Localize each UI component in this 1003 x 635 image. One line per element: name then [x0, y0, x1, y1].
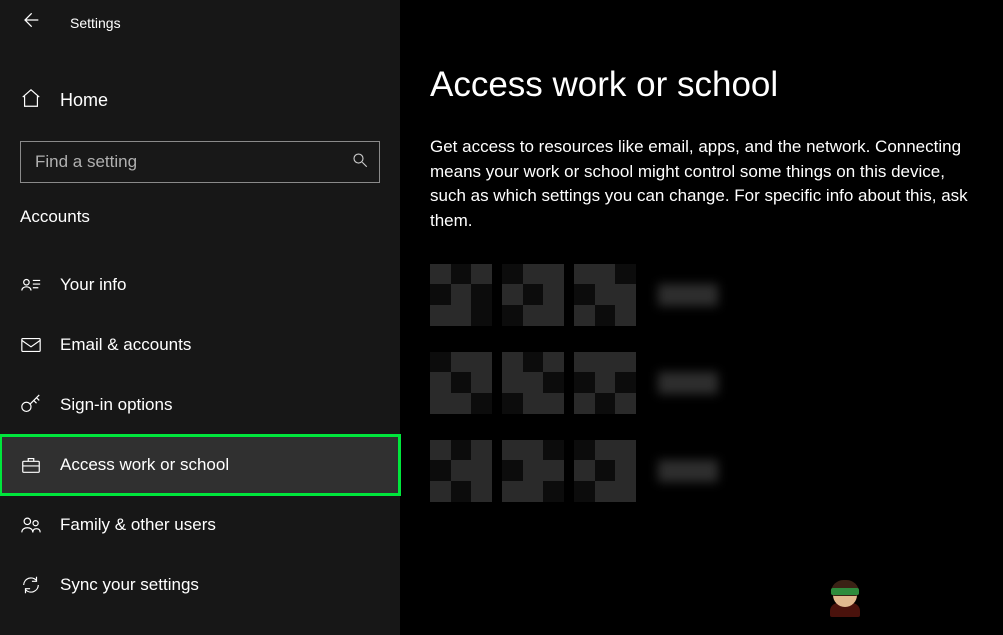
- nav-list: Your info Email & accounts Sign-in optio…: [0, 255, 400, 615]
- page-title: Access work or school: [430, 65, 1003, 105]
- briefcase-icon: [20, 454, 42, 476]
- search-container: [20, 141, 380, 183]
- title-bar: Settings: [0, 0, 400, 45]
- search-box[interactable]: [20, 141, 380, 183]
- sidebar-item-your-info[interactable]: Your info: [0, 255, 400, 315]
- redacted-label: [658, 372, 718, 394]
- main-content: Access work or school Get access to reso…: [400, 0, 1003, 635]
- sidebar-item-family-users[interactable]: Family & other users: [0, 495, 400, 555]
- sidebar-item-email-accounts[interactable]: Email & accounts: [0, 315, 400, 375]
- nav-label: Access work or school: [60, 455, 229, 475]
- account-entry-redacted[interactable]: [430, 264, 1003, 326]
- envelope-icon: [20, 334, 42, 356]
- search-icon: [351, 151, 369, 174]
- nav-label: Your info: [60, 275, 126, 295]
- nav-label: Family & other users: [60, 515, 216, 535]
- nav-label: Email & accounts: [60, 335, 191, 355]
- page-description: Get access to resources like email, apps…: [430, 135, 980, 234]
- nav-label: Sync your settings: [60, 575, 199, 595]
- sidebar-item-access-work-school[interactable]: Access work or school: [0, 435, 400, 495]
- nav-label: Sign-in options: [60, 395, 172, 415]
- section-header-accounts: Accounts: [0, 183, 400, 237]
- connected-accounts-list: [430, 264, 1003, 502]
- account-entry-redacted[interactable]: [430, 440, 1003, 502]
- person-card-icon: [20, 274, 42, 296]
- mascot-avatar-icon: [827, 581, 863, 617]
- sidebar-item-signin-options[interactable]: Sign-in options: [0, 375, 400, 435]
- redacted-label: [658, 460, 718, 482]
- key-icon: [20, 394, 42, 416]
- sidebar-item-sync-settings[interactable]: Sync your settings: [0, 555, 400, 615]
- redacted-icon: [430, 264, 636, 326]
- back-arrow-icon[interactable]: [20, 10, 40, 35]
- home-icon: [20, 87, 42, 114]
- people-icon: [20, 514, 42, 536]
- redacted-icon: [430, 352, 636, 414]
- redacted-icon: [430, 440, 636, 502]
- home-label: Home: [60, 90, 108, 111]
- sync-icon: [20, 574, 42, 596]
- settings-sidebar: Settings Home Accounts Your info Email &: [0, 0, 400, 635]
- redacted-label: [658, 284, 718, 306]
- account-entry-redacted[interactable]: [430, 352, 1003, 414]
- app-title: Settings: [70, 15, 121, 31]
- search-input[interactable]: [35, 152, 351, 172]
- home-nav[interactable]: Home: [0, 75, 400, 126]
